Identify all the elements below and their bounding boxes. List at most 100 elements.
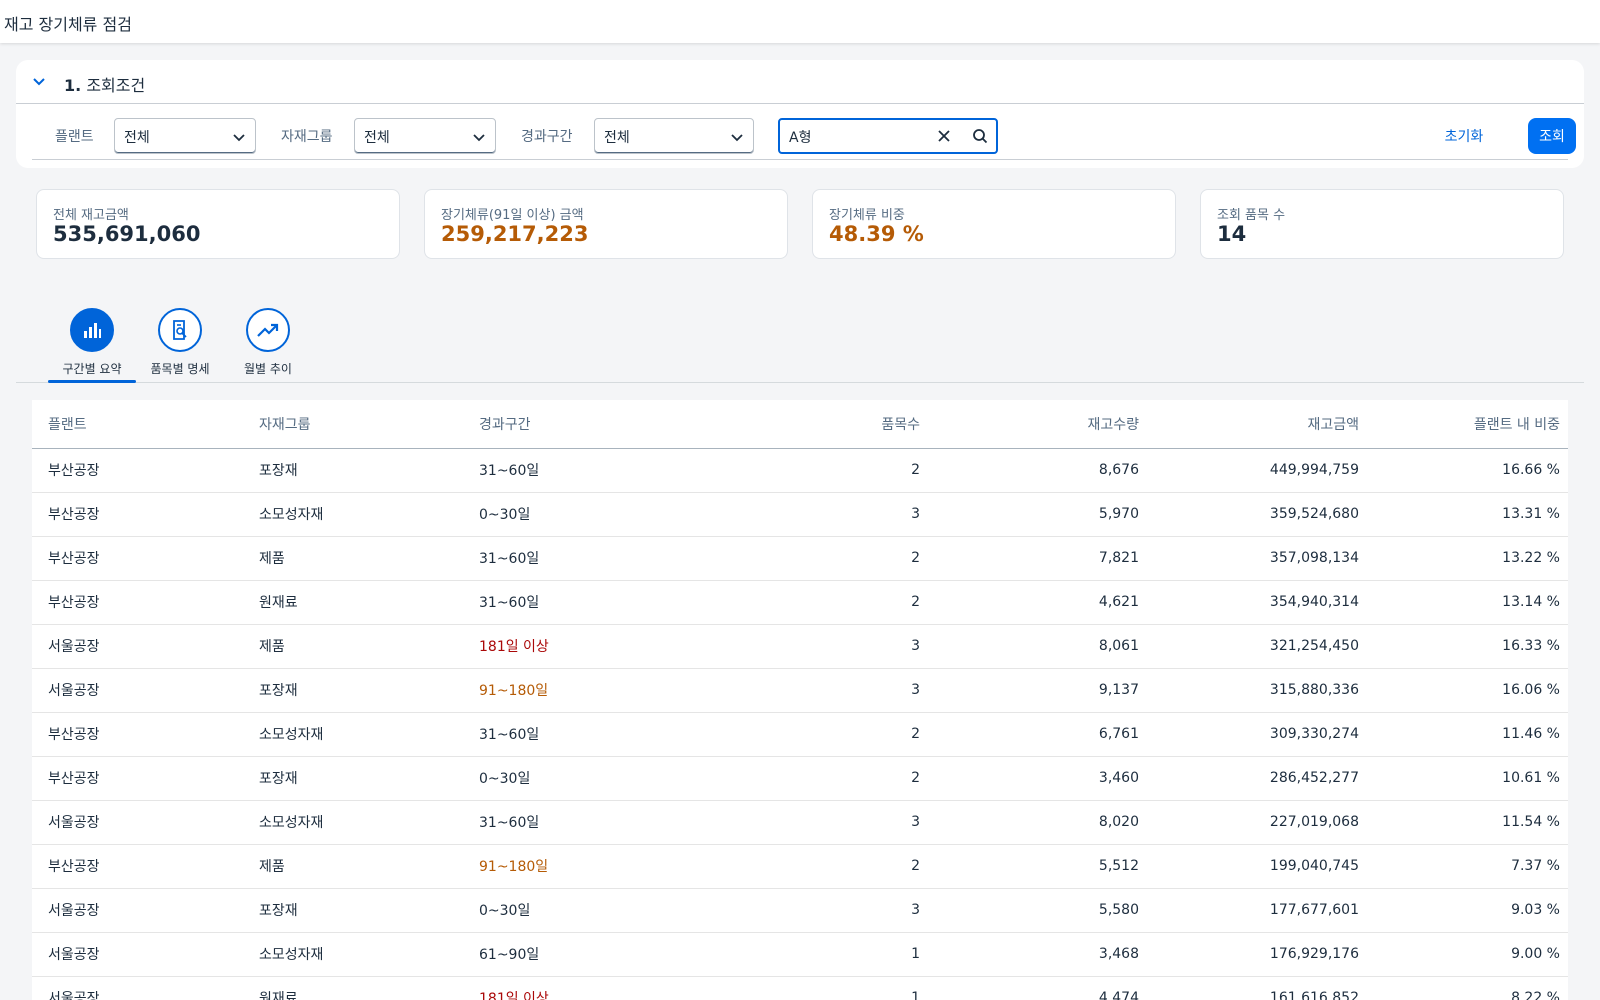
icon-tab-bar: 구간별 요약 품목별 명세 월별 추이 — [16, 294, 1584, 383]
cell-material-group: 소모성자재 — [243, 492, 463, 537]
cell-aging-range: 91~180일 — [463, 844, 683, 889]
cell-aging-range: 91~180일 — [463, 668, 683, 713]
active-tab-indicator — [48, 380, 136, 383]
kpi-value: 14 — [1217, 222, 1247, 246]
cell-plant-share: 10.61 % — [1367, 756, 1568, 801]
search-button[interactable]: 조회 — [1528, 118, 1576, 154]
cell-stock-amount: 199,040,745 — [1147, 844, 1367, 889]
column-header-plant[interactable]: 플랜트 — [32, 400, 243, 449]
cell-plant: 서울공장 — [32, 932, 243, 977]
column-header-plant-share[interactable]: 플랜트 내 비중 — [1367, 400, 1568, 449]
kpi-item-count: 조회 품목 수 14 — [1200, 189, 1564, 259]
cell-stock-qty: 5,580 — [928, 888, 1147, 933]
cell-plant-share: 13.14 % — [1367, 580, 1568, 625]
kpi-label: 전체 재고금액 — [53, 208, 129, 223]
cell-plant-share: 16.66 % — [1367, 448, 1568, 493]
cell-stock-qty: 8,020 — [928, 800, 1147, 845]
aging-range-label: 경과구간 — [521, 129, 573, 145]
material-group-select[interactable]: 전체 — [354, 118, 496, 154]
cell-material-group: 원재료 — [243, 976, 463, 1000]
cell-material-group: 제품 — [243, 624, 463, 669]
cell-item-count: 2 — [683, 756, 928, 801]
cell-item-count: 3 — [683, 668, 928, 713]
cell-plant-share: 11.46 % — [1367, 712, 1568, 757]
kpi-total-amount: 전체 재고금액 535,691,060 — [36, 189, 400, 259]
cell-stock-qty: 6,761 — [928, 712, 1147, 757]
cell-plant-share: 13.22 % — [1367, 536, 1568, 581]
cell-plant: 부산공장 — [32, 844, 243, 889]
cell-plant: 부산공장 — [32, 536, 243, 581]
trend-up-icon — [246, 308, 290, 352]
cell-stock-qty: 4,621 — [928, 580, 1147, 625]
cell-item-count: 1 — [683, 976, 928, 1000]
table-row[interactable]: 부산공장 소모성자재 31~60일 2 6,761 309,330,274 11.46 % — [32, 712, 1568, 757]
filter-panel-title: 1. 조회조건 — [64, 72, 145, 96]
app-header: 재고 장기체류 점검 — [0, 0, 1600, 43]
collapse-chevron-icon[interactable] — [29, 72, 49, 92]
cell-item-count: 2 — [683, 448, 928, 493]
reset-button[interactable]: 초기화 — [1424, 118, 1504, 154]
column-header-stock-qty[interactable]: 재고수량 — [928, 400, 1147, 449]
material-group-select-value: 전체 — [364, 130, 390, 146]
cell-plant: 서울공장 — [32, 888, 243, 933]
table-row[interactable]: 서울공장 소모성자재 61~90일 1 3,468 176,929,176 9.00 % — [32, 932, 1568, 977]
column-header-aging-range[interactable]: 경과구간 — [463, 400, 683, 449]
cell-material-group: 소모성자재 — [243, 712, 463, 757]
table-row[interactable]: 부산공장 제품 31~60일 2 7,821 357,098,134 13.22 % — [32, 536, 1568, 581]
clear-icon[interactable] — [936, 128, 952, 144]
column-header-item-count[interactable]: 품목수 — [683, 400, 928, 449]
cell-item-count: 3 — [683, 624, 928, 669]
bar-chart-icon — [70, 308, 114, 352]
tab-range-summary[interactable]: 구간별 요약 — [48, 308, 136, 383]
search-input[interactable]: A형 — [778, 118, 998, 154]
tab-monthly-trend[interactable]: 월별 추이 — [224, 308, 312, 383]
plant-label: 플랜트 — [55, 129, 94, 145]
kpi-long-term-ratio: 장기체류 비중 48.39 % — [812, 189, 1176, 259]
cell-material-group: 제품 — [243, 536, 463, 581]
cell-stock-amount: 357,098,134 — [1147, 536, 1367, 581]
cell-stock-qty: 9,137 — [928, 668, 1147, 713]
table-row[interactable]: 서울공장 포장재 0~30일 3 5,580 177,677,601 9.03 % — [32, 888, 1568, 933]
table-row[interactable]: 서울공장 원재료 181일 이상 1 4,474 161,616,852 8.22 % — [32, 976, 1568, 1000]
plant-select[interactable]: 전체 — [114, 118, 256, 154]
table-row[interactable]: 서울공장 제품 181일 이상 3 8,061 321,254,450 16.33 % — [32, 624, 1568, 669]
table-row[interactable]: 부산공장 제품 91~180일 2 5,512 199,040,745 7.37 % — [32, 844, 1568, 889]
cell-material-group: 포장재 — [243, 888, 463, 933]
cell-plant-share: 8.22 % — [1367, 976, 1568, 1000]
filter-title-text: 조회조건 — [86, 76, 146, 95]
cell-aging-range: 31~60일 — [463, 580, 683, 625]
cell-aging-range: 31~60일 — [463, 448, 683, 493]
cell-stock-amount: 315,880,336 — [1147, 668, 1367, 713]
cell-stock-amount: 161,616,852 — [1147, 976, 1367, 1000]
cell-plant-share: 16.33 % — [1367, 624, 1568, 669]
cell-stock-amount: 177,677,601 — [1147, 888, 1367, 933]
tab-item-detail[interactable]: 품목별 명세 — [136, 308, 224, 383]
column-header-material-group[interactable]: 자재그룹 — [243, 400, 463, 449]
cell-material-group: 원재료 — [243, 580, 463, 625]
cell-plant: 부산공장 — [32, 492, 243, 537]
table-row[interactable]: 서울공장 소모성자재 31~60일 3 8,020 227,019,068 11.54 % — [32, 800, 1568, 845]
column-header-stock-amount[interactable]: 재고금액 — [1147, 400, 1367, 449]
cell-stock-amount: 309,330,274 — [1147, 712, 1367, 757]
summary-table: 플랜트 자재그룹 경과구간 품목수 재고수량 재고금액 플랜트 내 비중 부산공… — [32, 400, 1568, 1000]
cell-stock-amount: 176,929,176 — [1147, 932, 1367, 977]
cell-plant: 서울공장 — [32, 800, 243, 845]
aging-range-select[interactable]: 전체 — [594, 118, 754, 154]
cell-plant-share: 9.03 % — [1367, 888, 1568, 933]
table-row[interactable]: 부산공장 소모성자재 0~30일 3 5,970 359,524,680 13.31 % — [32, 492, 1568, 537]
table-row[interactable]: 서울공장 포장재 91~180일 3 9,137 315,880,336 16.06 % — [32, 668, 1568, 713]
table-row[interactable]: 부산공장 포장재 0~30일 2 3,460 286,452,277 10.61 % — [32, 756, 1568, 801]
cell-plant: 부산공장 — [32, 580, 243, 625]
document-search-icon — [158, 308, 202, 352]
filter-step-number: 1. — [64, 76, 82, 95]
search-icon[interactable] — [972, 128, 988, 144]
table-row[interactable]: 부산공장 포장재 31~60일 2 8,676 449,994,759 16.66 % — [32, 448, 1568, 493]
cell-stock-amount: 359,524,680 — [1147, 492, 1367, 537]
app-title: 재고 장기체류 점검 — [4, 15, 132, 34]
cell-aging-range: 0~30일 — [463, 492, 683, 537]
cell-stock-amount: 321,254,450 — [1147, 624, 1367, 669]
cell-item-count: 3 — [683, 492, 928, 537]
tab-label: 월별 추이 — [244, 362, 292, 376]
table-row[interactable]: 부산공장 원재료 31~60일 2 4,621 354,940,314 13.14 % — [32, 580, 1568, 625]
cell-aging-range: 31~60일 — [463, 536, 683, 581]
